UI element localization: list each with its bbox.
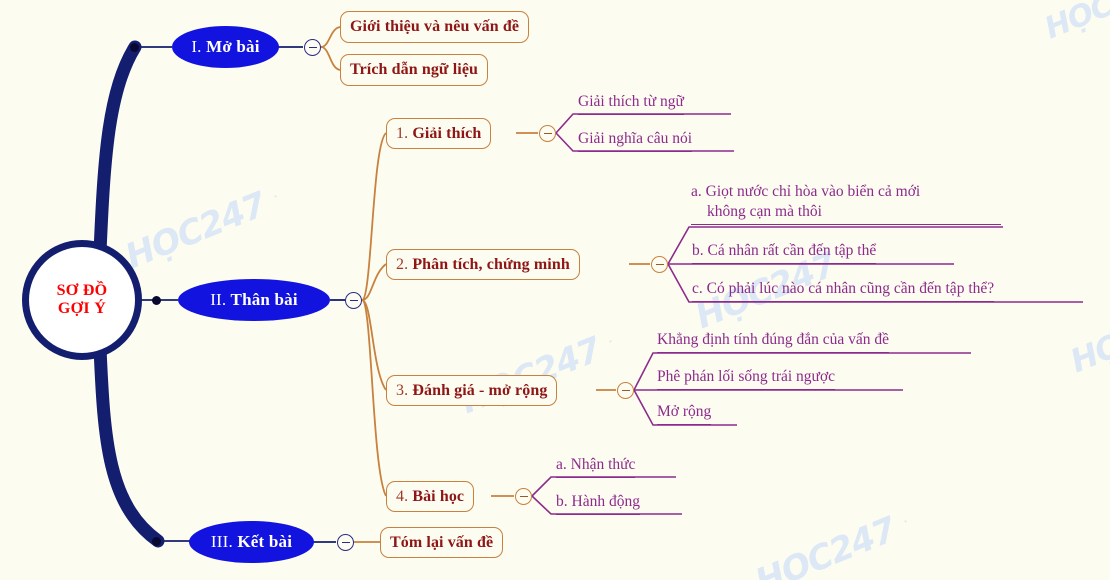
leaf-label: Giải thích từ ngữ: [578, 93, 684, 110]
node-ket-bai-numeral: III.: [210, 532, 233, 551]
leaf-label: Mở rộng: [657, 403, 712, 420]
node-than-bai-label: II. Thân bài: [210, 290, 298, 310]
minus-icon: [621, 389, 630, 392]
node-bai-hoc-numeral: 4.: [396, 487, 409, 505]
leaf-label: Giải nghĩa câu nói: [578, 130, 693, 147]
node-gioi-thieu[interactable]: Giới thiệu và nêu vấn đề: [340, 11, 530, 43]
junction-dot-mo-bai: [130, 43, 139, 52]
minus-icon: [655, 263, 664, 266]
collapse-toggle-giai-thich[interactable]: [539, 125, 556, 142]
node-tom-lai[interactable]: Tóm lại vấn đề: [380, 527, 504, 558]
leaf-label: Phê phán lối sống trái ngược: [657, 368, 836, 385]
collapse-toggle-ket-bai[interactable]: [337, 534, 354, 551]
node-bai-hoc[interactable]: 4. Bài học: [386, 481, 475, 512]
watermark-6: HỌC247 ˙: [750, 503, 918, 580]
node-bai-hoc-label: 4. Bài học: [396, 488, 464, 506]
minus-icon: [519, 495, 528, 498]
watermark-2: HỌC247 ˙: [120, 178, 288, 277]
watermark-3: HỌC247 ˙: [455, 323, 623, 422]
node-bai-hoc-text: Bài học: [412, 487, 465, 505]
node-mo-bai[interactable]: I. Mở bài: [172, 26, 279, 68]
junction-dot-than-bai: [152, 296, 161, 305]
node-danh-gia-text: Đánh giá - mở rộng: [412, 381, 548, 399]
trunk-ket-bai: [93, 341, 165, 548]
root-label-line2: GỢI Ý: [57, 300, 107, 317]
leaf-label-line1: a. Giọt nước chỉ hòa vào biển cả mới: [691, 183, 921, 200]
collapse-toggle-danh-gia[interactable]: [617, 382, 634, 399]
node-giai-thich[interactable]: 1. Giải thích: [386, 118, 492, 149]
node-phan-tich-numeral: 2.: [396, 255, 409, 273]
node-trich-dan[interactable]: Trích dẫn ngữ liệu: [340, 54, 489, 86]
fork-danh-gia: [361, 299, 387, 391]
watermark-text: HỌC247: [120, 184, 272, 278]
node-phan-tich[interactable]: 2. Phân tích, chứng minh: [386, 249, 580, 280]
minus-icon: [341, 541, 350, 544]
node-than-bai[interactable]: II. Thân bài: [178, 279, 330, 321]
junction-dot-ket-bai: [152, 537, 161, 546]
watermark-text: HỌC247: [750, 509, 902, 580]
watermark-5: HỌC247 ˙: [1065, 287, 1110, 380]
node-danh-gia[interactable]: 3. Đánh giá - mở rộng: [386, 375, 558, 406]
leaf-giot-nuoc[interactable]: a. Giọt nước chỉ hòa vào biển cả mới khô…: [691, 182, 1001, 225]
node-tom-lai-label: Tóm lại vấn đề: [390, 533, 494, 551]
collapse-toggle-than-bai[interactable]: [345, 292, 362, 309]
root-node[interactable]: SƠ ĐỒ GỢI Ý: [22, 240, 142, 360]
leaf-nhan-thuc[interactable]: a. Nhận thức: [556, 455, 636, 478]
leaf-co-phai-luc-nao[interactable]: c. Có phải lúc nào cá nhân cũng cần đến …: [692, 279, 995, 302]
fork-bai-hoc: [361, 299, 387, 497]
mindmap-canvas: HỌC247 ˙ HỌC247 ˙ HỌC247 ˙ HỌC247 ˙ HỌC2…: [0, 0, 1110, 580]
collapse-toggle-bai-hoc[interactable]: [515, 488, 532, 505]
leaf-giai-nghia-cau-noi[interactable]: Giải nghĩa câu nói: [578, 129, 693, 152]
fork-gioi-thieu: [320, 26, 342, 48]
leaf-label: b. Hành động: [556, 493, 640, 510]
minus-icon: [308, 46, 317, 49]
node-than-bai-numeral: II.: [210, 290, 227, 309]
trunk-mo-bai: [93, 40, 142, 259]
fork-giai-thich: [361, 132, 387, 301]
node-giai-thich-label: 1. Giải thích: [396, 125, 481, 143]
node-mo-bai-numeral: I.: [191, 37, 202, 56]
leaf-giai-thich-tu-ngu[interactable]: Giải thích từ ngữ: [578, 92, 684, 115]
leaf-label: b. Cá nhân rất cần đến tập thể: [692, 242, 877, 259]
node-ket-bai-label: III. Kết bài: [211, 532, 292, 552]
leaf-hanh-dong[interactable]: b. Hành động: [556, 492, 640, 515]
fork-phan-tich: [361, 263, 387, 301]
root-label-line1: SƠ ĐỒ: [56, 282, 108, 299]
leaf-label: a. Nhận thức: [556, 456, 636, 473]
watermark-text: HỌC247: [1040, 0, 1110, 47]
node-gioi-thieu-label: Giới thiệu và nêu vấn đề: [350, 18, 520, 35]
leaf-label-line2: không cạn mà thôi: [707, 203, 822, 220]
node-mo-bai-text: Mở bài: [206, 37, 260, 56]
node-trich-dan-label: Trích dẫn ngữ liệu: [350, 61, 479, 78]
minus-icon: [349, 299, 358, 302]
collapse-toggle-phan-tich[interactable]: [651, 256, 668, 273]
leaf-phe-phan[interactable]: Phê phán lối sống trái ngược: [657, 367, 836, 390]
collapse-toggle-mo-bai[interactable]: [304, 39, 321, 56]
node-giai-thich-numeral: 1.: [396, 124, 409, 142]
minus-icon: [543, 132, 552, 135]
leaf-label: c. Có phải lúc nào cá nhân cũng cần đến …: [692, 280, 995, 297]
watermark-text: HỌC247: [1065, 293, 1110, 381]
node-giai-thich-text: Giải thích: [412, 124, 482, 142]
node-phan-tich-text: Phân tích, chứng minh: [412, 255, 570, 273]
fork-trich-dan: [320, 46, 342, 71]
node-mo-bai-label: I. Mở bài: [191, 37, 259, 57]
node-danh-gia-numeral: 3.: [396, 381, 409, 399]
leaf-label: Khẳng định tính đúng đắn của vấn đề: [657, 331, 890, 348]
node-phan-tich-label: 2. Phân tích, chứng minh: [396, 256, 570, 274]
leaf-mo-rong[interactable]: Mở rộng: [657, 402, 712, 425]
node-than-bai-text: Thân bài: [230, 290, 298, 309]
node-ket-bai-text: Kết bài: [237, 532, 293, 551]
leaf-ca-nhan-tap-the[interactable]: b. Cá nhân rất cần đến tập thể: [692, 241, 877, 264]
node-ket-bai[interactable]: III. Kết bài: [189, 521, 314, 563]
node-danh-gia-label: 3. Đánh giá - mở rộng: [396, 382, 547, 400]
watermark-1: HỌC247 ˙: [1040, 0, 1110, 46]
leaf-khang-dinh[interactable]: Khẳng định tính đúng đắn của vấn đề: [657, 330, 890, 353]
